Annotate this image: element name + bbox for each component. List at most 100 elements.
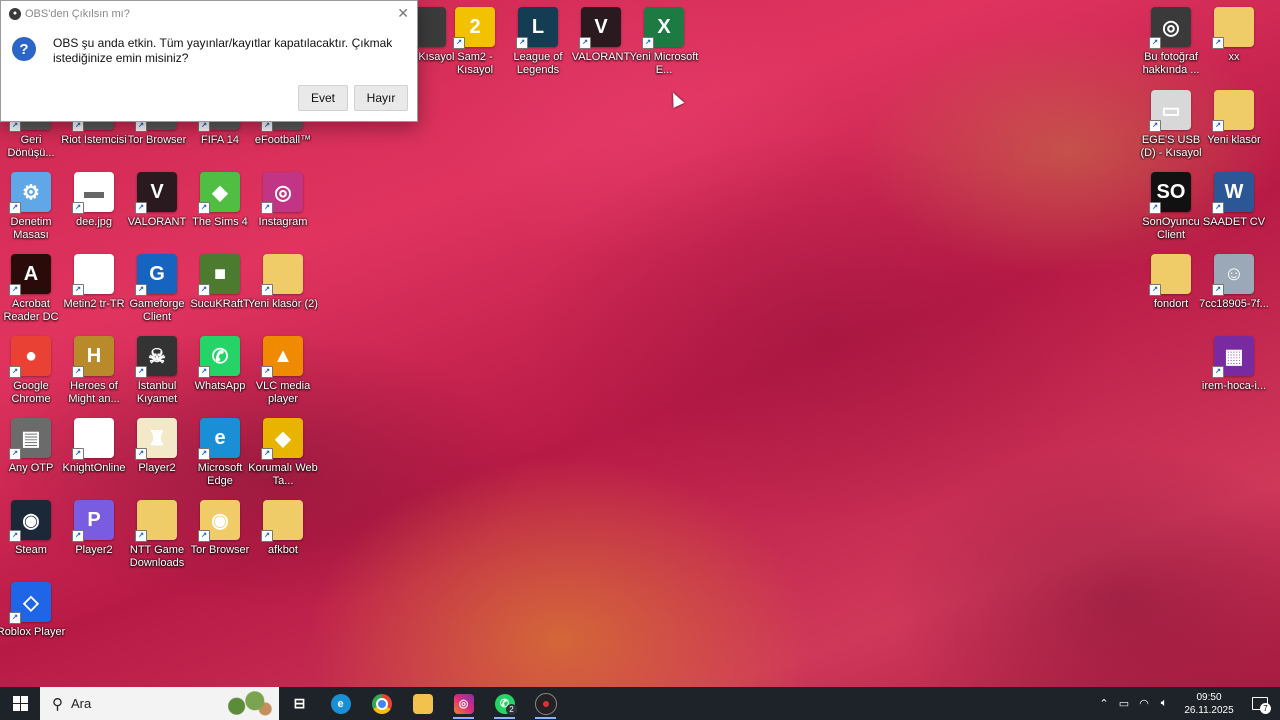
desktop-icon-label: Microsoft Edge [197, 462, 243, 487]
metin2-file-icon: ↗ [72, 254, 114, 296]
desktop-icon-label: Korumalı Web Ta... [248, 462, 318, 487]
system-tray: ⌃ ▭ ◠ 🔈︎ 09:50 26.11.2025 7 [1094, 687, 1280, 720]
taskbar-edge[interactable]: e [320, 687, 361, 720]
valorant-icon: V ↗ [579, 7, 621, 49]
shortcut-arrow-icon: ↗ [9, 530, 21, 542]
desktop-icon-usb-drive[interactable]: ▭ ↗ EGE'S USB (D) - Kısayol [1138, 88, 1204, 168]
desktop-icon-label: FIFA 14 [201, 134, 239, 146]
shortcut-arrow-icon: ↗ [642, 37, 654, 49]
desktop-icon-knightonline-file[interactable]: ↗ KnightOnline [61, 416, 127, 496]
desktop-icon-tor-browser-folder[interactable]: ◉ ↗ Tor Browser [187, 498, 253, 578]
taskbar-whatsapp[interactable]: ✆ 2 [484, 687, 525, 720]
control-panel-icon: ⚙ ↗ [9, 172, 51, 214]
desktop-icon-label: eFootball™ [254, 134, 312, 146]
desktop-icon-edge[interactable]: e ↗ Microsoft Edge [187, 416, 253, 496]
start-button[interactable] [0, 687, 40, 720]
desktop-icon-any-otp[interactable]: ▤ ↗ Any OTP [0, 416, 64, 496]
desktop-icon-protected-web[interactable]: ◆ ↗ Korumalı Web Ta... [248, 416, 318, 496]
desktop-icon-image-file[interactable]: ▬ ↗ dee.jpg [61, 170, 127, 250]
clock[interactable]: 09:50 26.11.2025 [1178, 691, 1240, 717]
desktop-icon-label: Sam2 - Kısayol [456, 51, 494, 76]
desktop-icon-label: WhatsApp [194, 380, 246, 392]
desktop-icon-label: Tor Browser [190, 544, 250, 556]
desktop-icon-heroes[interactable]: H ↗ Heroes of Might an... [61, 334, 127, 414]
acrobat-reader-icon: A ↗ [9, 254, 51, 296]
windows-logo-icon [12, 696, 28, 711]
folder-icon: ↗ [261, 254, 303, 296]
desktop-icon-ntt-downloads[interactable]: ↗ NTT Game Downloads [124, 498, 190, 578]
desktop-icon-folder[interactable]: ↗ Yeni klasör [1201, 88, 1267, 168]
shortcut-arrow-icon: ↗ [198, 284, 210, 296]
shortcut-arrow-icon: ↗ [198, 366, 210, 378]
desktop-icon-folder[interactable]: ↗ fondort [1138, 252, 1204, 332]
desktop-icon-metin2-file[interactable]: ↗ Metin2 tr-TR [61, 252, 127, 332]
sims-4-icon: ◆ ↗ [198, 172, 240, 214]
taskbar-instagram[interactable]: ◎ [443, 687, 484, 720]
desktop-icon-istanbul-kiyamet[interactable]: ☠↗İstanbul Kıyamet Vak... [124, 334, 190, 414]
desktop-icon-roblox[interactable]: ◇ ↗ Roblox Player [0, 580, 65, 660]
desktop-icon-label: VALORANT [571, 51, 631, 63]
desktop-icon-instagram[interactable]: ◎ ↗ Instagram [250, 170, 316, 250]
desktop-icon-player2-file[interactable]: ♜ ↗ Player2 [124, 416, 190, 496]
shortcut-arrow-icon: ↗ [135, 202, 147, 214]
task-view-button[interactable]: ⊟ [279, 687, 320, 720]
desktop-icon-label: Google Chrome [11, 380, 51, 405]
desktop-icon-valorant[interactable]: V ↗ VALORANT [124, 170, 190, 250]
notification-center-button[interactable]: 7 [1240, 687, 1280, 720]
network-icon[interactable]: ◠ [1134, 697, 1154, 710]
search-highlight-image [221, 690, 273, 717]
desktop-icon-excel-file[interactable]: X ↗ Yeni Microsoft E... [630, 5, 698, 85]
desktop-icon-acrobat-reader[interactable]: A ↗ Acrobat Reader DC [0, 252, 64, 332]
desktop-icon-steam[interactable]: ◉ ↗ Steam [0, 498, 64, 578]
whatsapp-icon: ✆ ↗ [198, 336, 240, 378]
winrar-icon: ▦ ↗ [1212, 336, 1254, 378]
desktop-icon-whatsapp[interactable]: ✆ ↗ WhatsApp [187, 334, 253, 414]
minecraft-icon: ■ ↗ [198, 254, 240, 296]
shortcut-arrow-icon: ↗ [72, 366, 84, 378]
yes-button[interactable]: Evet [298, 85, 348, 111]
chevron-up-icon[interactable]: ⌃ [1094, 697, 1114, 710]
desktop-icon-sims-4[interactable]: ◆ ↗ The Sims 4 [187, 170, 253, 250]
desktop-icon-chrome[interactable]: ● ↗ Google Chrome [0, 334, 64, 414]
shortcut-arrow-icon: ↗ [1149, 37, 1161, 49]
taskbar-search[interactable]: ⚲ Ara [40, 687, 279, 720]
no-button[interactable]: Hayır [354, 85, 408, 111]
desktop-icon-sonoyuncu[interactable]: SO ↗ SonOyuncu Client [1138, 170, 1204, 250]
desktop-icon-label: dee.jpg [75, 216, 113, 228]
desktop-icon-folder[interactable]: ↗ Yeni klasör (2) [248, 252, 318, 332]
taskbar-file-explorer[interactable] [402, 687, 443, 720]
shortcut-arrow-icon: ↗ [135, 284, 147, 296]
desktop-icon-word-file[interactable]: W ↗ SAADET CV [1201, 170, 1267, 250]
taskbar-obs[interactable] [525, 687, 566, 720]
desktop-icon-photo-info[interactable]: ◎ ↗ Bu fotoğraf hakkında ... [1138, 5, 1204, 85]
gameforge-client-icon: G ↗ [135, 254, 177, 296]
desktop-icon-gameforge-client[interactable]: G ↗ Gameforge Client [124, 252, 190, 332]
taskbar-chrome[interactable] [361, 687, 402, 720]
obs-icon [534, 692, 557, 715]
search-input[interactable]: Ara [71, 696, 91, 711]
desktop-icon-folder[interactable]: ↗ xx [1201, 5, 1267, 85]
desktop-icon-label: irem-hoca-i... [1201, 380, 1267, 392]
desktop-icon-league-of-legends[interactable]: L ↗ League of Legends [505, 5, 571, 85]
desktop-icon-label: NTT Game Downloads [129, 544, 185, 569]
desktop-icon-player2[interactable]: P ↗ Player2 [61, 498, 127, 578]
desktop-icon-photo-file[interactable]: ☺ ↗ 7cc18905-7f... [1199, 252, 1269, 332]
battery-icon[interactable]: ▭ [1114, 697, 1134, 710]
player2-icon: P ↗ [72, 500, 114, 542]
desktop-icon-winrar[interactable]: ▦ ↗ irem-hoca-i... [1201, 334, 1267, 414]
shortcut-arrow-icon: ↗ [9, 202, 21, 214]
usb-drive-icon: ▭ ↗ [1149, 90, 1191, 132]
volume-icon[interactable]: 🔈︎ [1154, 697, 1174, 710]
desktop-icon-minecraft[interactable]: ■ ↗ SucuKRaftT [187, 252, 253, 332]
desktop-icon-valorant[interactable]: V ↗ VALORANT [568, 5, 634, 85]
any-otp-icon: ▤ ↗ [9, 418, 51, 460]
shortcut-arrow-icon: ↗ [261, 284, 273, 296]
desktop-icon-sam2[interactable]: 2 ↗ Sam2 - Kısayol [442, 5, 508, 85]
desktop-icon-afkbot[interactable]: ↗ afkbot [250, 498, 316, 578]
desktop-icon-control-panel[interactable]: ⚙ ↗ Denetim Masası [0, 170, 64, 250]
close-icon[interactable]: ✕ [397, 5, 409, 22]
task-view-icon: ⊟ [293, 695, 306, 711]
shortcut-arrow-icon: ↗ [1149, 202, 1161, 214]
edge-icon: e ↗ [198, 418, 240, 460]
desktop-icon-vlc[interactable]: ▲ ↗ VLC media player [250, 334, 316, 414]
